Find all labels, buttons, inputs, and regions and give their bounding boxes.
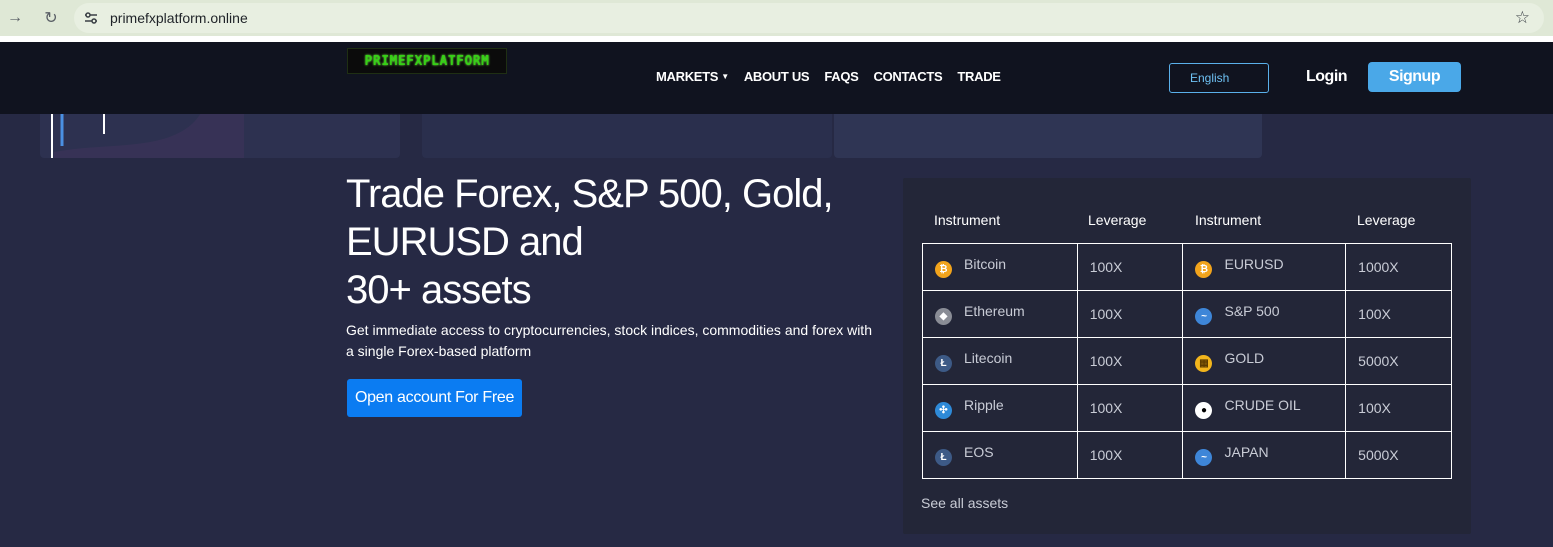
signup-label: Signup: [1388, 68, 1441, 85]
language-label: English: [1190, 71, 1230, 85]
caret-down-icon: ▼: [721, 72, 729, 81]
instrument-cell: Ł Litecoin: [922, 337, 1078, 385]
instrument-name: EURUSD: [1224, 256, 1284, 272]
instrument-name: EOS: [964, 444, 994, 460]
chart-line-icon: ~: [1195, 308, 1213, 325]
instrument-cell: ~ JAPAN: [1182, 431, 1347, 479]
ethereum-icon: ◆: [935, 308, 952, 325]
leverage-cell: 100X: [1345, 290, 1452, 338]
instrument-cell: ₿ EURUSD: [1182, 243, 1347, 291]
address-bar[interactable]: primefxplatform.online ☆: [74, 3, 1544, 33]
gold-icon: ▦: [1195, 355, 1213, 372]
table-row: ◆ Ethereum 100X ~ S&P 500 100X: [922, 290, 1452, 338]
hero-title-line-2: EURUSD and: [346, 220, 584, 264]
col-header-instrument-2: Instrument: [1195, 212, 1262, 228]
leverage-cell: 5000X: [1345, 337, 1452, 385]
table-row: Ł EOS 100X ~ JAPAN 5000X: [922, 431, 1452, 479]
language-select[interactable]: English: [1169, 63, 1269, 93]
hero-title-line-1: Trade Forex, S&P 500, Gold,: [346, 172, 834, 216]
instrument-cell: Ł EOS: [922, 431, 1078, 479]
instrument-cell: ▦ GOLD: [1182, 337, 1347, 385]
table-row: Ł Litecoin 100X ▦ GOLD 5000X: [922, 337, 1452, 385]
instrument-name: Ethereum: [964, 303, 1025, 319]
bitcoin-icon: ₿: [1195, 261, 1213, 278]
reload-icon[interactable]: ↻: [40, 7, 62, 29]
leverage-cell: 100X: [1076, 337, 1184, 385]
ripple-icon: ✣: [935, 402, 952, 419]
leverage-cell: 100X: [1345, 384, 1452, 432]
leverage-cell: 100X: [1076, 431, 1184, 479]
table-row: ₿ Bitcoin 100X ₿ EURUSD 1000X: [922, 243, 1452, 291]
url-text[interactable]: primefxplatform.online: [110, 10, 248, 26]
table-row: ✣ Ripple 100X ● CRUDE OIL 100X: [922, 384, 1452, 432]
instrument-name: CRUDE OIL: [1224, 397, 1301, 413]
instrument-name: JAPAN: [1224, 444, 1269, 460]
hero-title: Trade Forex, S&P 500, Gold, EURUSD and 3…: [346, 170, 866, 314]
instruments-table: ₿ Bitcoin 100X ₿ EURUSD 1000X ◆ Ethereum 10…: [922, 243, 1452, 479]
instrument-cell: ✣ Ripple: [922, 384, 1078, 432]
logo-text: PRIMEFXPLATFORM: [364, 53, 490, 69]
nav-trade[interactable]: TRADE: [957, 69, 1001, 84]
instrument-name: Litecoin: [964, 350, 1013, 366]
litecoin-icon: Ł: [935, 355, 952, 372]
site-settings-icon[interactable]: [84, 11, 98, 25]
col-header-instrument-1: Instrument: [934, 212, 1001, 228]
instrument-name: S&P 500: [1224, 303, 1280, 319]
open-account-label: Open account For Free: [354, 389, 515, 406]
chart-line-icon: ~: [1195, 449, 1213, 466]
instrument-cell: ₿ Bitcoin: [922, 243, 1078, 291]
oil-drop-icon: ●: [1195, 402, 1213, 419]
nav-contacts[interactable]: CONTACTS: [874, 69, 943, 84]
forward-arrow-icon[interactable]: →: [4, 7, 26, 29]
site-logo[interactable]: PRIMEFXPLATFORM: [347, 48, 507, 74]
main-nav: MARKETS ▼ ABOUT US FAQS CONTACTS TRADE: [656, 69, 1016, 84]
col-header-leverage-1: Leverage: [1088, 212, 1147, 228]
nav-markets-label: MARKETS: [656, 69, 719, 84]
instrument-name: Ripple: [964, 397, 1004, 413]
instrument-cell: ● CRUDE OIL: [1182, 384, 1347, 432]
hero-title-line-3: 30+ assets: [346, 268, 532, 312]
eos-icon: Ł: [935, 449, 952, 466]
leverage-cell: 100X: [1076, 290, 1184, 338]
nav-markets[interactable]: MARKETS ▼: [656, 69, 729, 84]
nav-faqs[interactable]: FAQS: [824, 69, 859, 84]
bookmark-star-icon[interactable]: ☆: [1515, 8, 1530, 28]
browser-toolbar: → ↻ primefxplatform.online ☆: [0, 0, 1553, 36]
see-all-assets-link[interactable]: See all assets: [921, 495, 1008, 511]
leverage-cell: 100X: [1076, 384, 1184, 432]
hero-subtitle: Get immediate access to cryptocurrencies…: [346, 322, 872, 359]
nav-about-us[interactable]: ABOUT US: [744, 69, 810, 84]
leverage-cell: 5000X: [1345, 431, 1452, 479]
login-link[interactable]: Login: [1306, 68, 1348, 86]
instrument-name: GOLD: [1224, 350, 1265, 366]
col-header-leverage-2: Leverage: [1357, 212, 1416, 228]
instrument-cell: ~ S&P 500: [1182, 290, 1347, 338]
instrument-cell: ◆ Ethereum: [922, 290, 1078, 338]
instrument-name: Bitcoin: [964, 256, 1007, 272]
leverage-cell: 1000X: [1345, 243, 1452, 291]
leverage-cell: 100X: [1076, 243, 1184, 291]
signup-button[interactable]: Signup: [1368, 62, 1461, 92]
bitcoin-icon: ₿: [935, 261, 952, 278]
open-account-button[interactable]: Open account For Free: [347, 379, 522, 417]
